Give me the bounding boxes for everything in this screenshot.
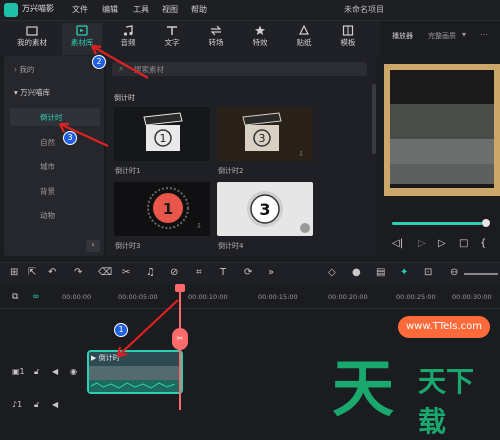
annotation-badge-2: 2	[92, 55, 106, 69]
annotation-badge-1: 1	[114, 323, 128, 337]
annotation-badge-3: 3	[63, 131, 77, 145]
annotation-overlay	[59, 44, 179, 358]
watermark-logo: 天	[332, 352, 394, 425]
watermark-text: 天下载	[418, 365, 475, 438]
watermark-url: www.TTeIs.com	[398, 316, 490, 338]
